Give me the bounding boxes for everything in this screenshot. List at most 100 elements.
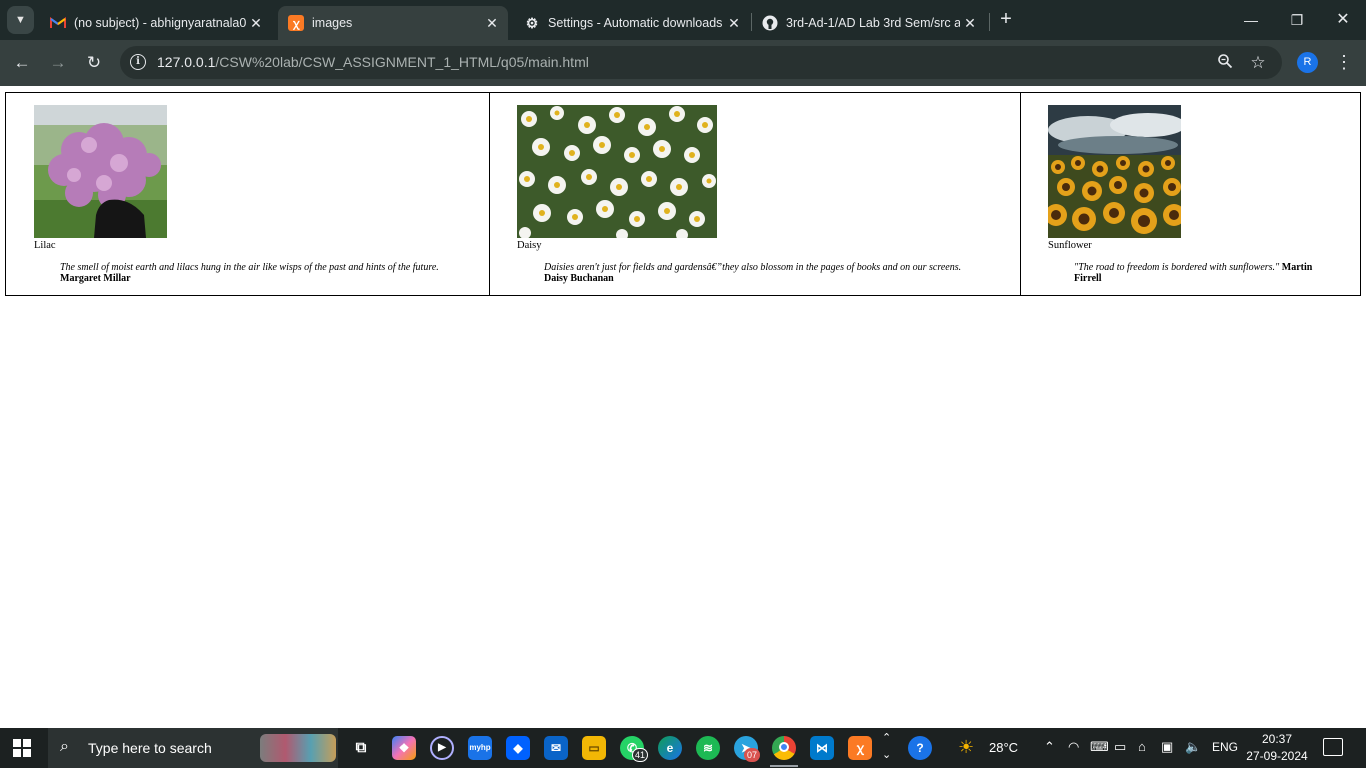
quote-text: The smell of moist earth and lilacs hung… bbox=[60, 262, 439, 273]
chrome-active-indicator bbox=[770, 765, 798, 767]
tab-settings[interactable]: ⚙ Settings - Automatic downloads ✕ bbox=[514, 6, 750, 40]
more-menu-icon[interactable]: ⋮ bbox=[1334, 51, 1354, 73]
myhp-icon[interactable]: myhp bbox=[468, 736, 492, 760]
tab-title: (no subject) - abhignyaratnala0 bbox=[74, 16, 246, 30]
url-text[interactable]: 127.0.0.1/CSW%20lab/CSW_ASSIGNMENT_1_HTM… bbox=[157, 54, 589, 70]
file-explorer-icon[interactable]: ▭ bbox=[582, 736, 606, 760]
browser-toolbar: ← → ↻ i 127.0.0.1/CSW%20lab/CSW_ASSIGNME… bbox=[0, 40, 1366, 86]
quote-text: Daisies aren't just for fields and garde… bbox=[544, 262, 962, 273]
new-tab-button[interactable]: + bbox=[996, 8, 1016, 30]
notifications-icon[interactable] bbox=[1323, 738, 1343, 756]
reload-icon: ↻ bbox=[86, 53, 102, 72]
tab-separator bbox=[989, 13, 990, 31]
battery-icon[interactable]: ▭ bbox=[1114, 739, 1126, 755]
tab-title: 3rd-Ad-1/AD Lab 3rd Sem/src a bbox=[786, 16, 960, 30]
forward-button[interactable]: → bbox=[46, 52, 70, 76]
tab-search-button[interactable]: ▼ bbox=[7, 6, 34, 34]
flower-quote: "The road to freedom is bordered with su… bbox=[1074, 262, 1324, 284]
page-content: Lilac The smell of moist earth and lilac… bbox=[0, 86, 1366, 728]
copilot-icon[interactable]: ❖ bbox=[392, 736, 416, 760]
restore-button[interactable]: ❐ bbox=[1282, 8, 1312, 32]
flower-caption: Daisy bbox=[517, 240, 542, 251]
tab-title: Settings - Automatic downloads bbox=[548, 16, 723, 30]
gmail-icon bbox=[50, 15, 66, 31]
weather-sun-icon[interactable]: ☀ bbox=[958, 737, 974, 758]
quote-text: "The road to freedom is bordered with su… bbox=[1074, 262, 1280, 273]
tab-gmail[interactable]: (no subject) - abhignyaratnala0 ✕ bbox=[40, 6, 272, 40]
tab-images[interactable]: ꭓ images ✕ bbox=[278, 6, 508, 40]
flower-quote: Daisies aren't just for fields and garde… bbox=[544, 262, 964, 284]
xampp-icon[interactable]: ꭓ bbox=[848, 736, 872, 760]
tab-strip: ▼ (no subject) - abhignyaratnala0 ✕ ꭓ im… bbox=[0, 0, 1366, 40]
flower-cell-daisy: Daisy Daisies aren't just for fields and… bbox=[490, 93, 1021, 295]
close-tab-icon[interactable]: ✕ bbox=[724, 15, 744, 32]
flower-cell-sunflower: Sunflower "The road to freedom is border… bbox=[1021, 93, 1360, 295]
dropbox-icon[interactable]: ◆ bbox=[506, 736, 530, 760]
network-icon[interactable]: ◠ bbox=[1068, 739, 1079, 755]
url-path: /CSW%20lab/CSW_ASSIGNMENT_1_HTML/q05/mai… bbox=[215, 54, 589, 70]
arrow-right-icon: → bbox=[49, 53, 67, 72]
clock[interactable]: 20:37 27-09-2024 bbox=[1244, 731, 1310, 765]
show-hidden-icons-icon[interactable]: ⌃ bbox=[1044, 739, 1055, 755]
language-indicator[interactable]: ENG bbox=[1212, 740, 1238, 754]
url-host: 127.0.0.1 bbox=[157, 54, 216, 70]
back-button[interactable]: ← bbox=[10, 52, 34, 76]
flower-caption: Lilac bbox=[34, 240, 56, 251]
site-info-icon[interactable]: i bbox=[130, 54, 146, 70]
flower-table: Lilac The smell of moist earth and lilac… bbox=[5, 92, 1361, 296]
quote-author: Margaret Millar bbox=[60, 273, 131, 284]
weather-temperature[interactable]: 28°C bbox=[989, 740, 1018, 755]
github-icon bbox=[762, 15, 778, 31]
close-tab-icon[interactable]: ✕ bbox=[960, 15, 980, 32]
search-highlight-image bbox=[260, 734, 336, 762]
address-bar[interactable]: i 127.0.0.1/CSW%20lab/CSW_ASSIGNMENT_1_H… bbox=[120, 46, 1282, 79]
mail-icon[interactable]: ✉ bbox=[544, 736, 568, 760]
quote-author: Daisy Buchanan bbox=[544, 273, 614, 284]
plus-icon: + bbox=[1000, 8, 1012, 30]
meet-now-icon[interactable]: ⌂ bbox=[1138, 739, 1146, 754]
close-tab-icon[interactable]: ✕ bbox=[482, 15, 502, 32]
spotify-icon[interactable]: ≋ bbox=[696, 736, 720, 760]
flower-caption: Sunflower bbox=[1048, 240, 1092, 251]
search-placeholder: Type here to search bbox=[88, 740, 212, 756]
vscode-icon[interactable]: ⋈ bbox=[810, 736, 834, 760]
chrome-icon[interactable] bbox=[772, 736, 796, 760]
profile-avatar[interactable]: R bbox=[1297, 52, 1318, 73]
taskbar-scroll-icon[interactable]: ⌃ ⌄ bbox=[882, 730, 891, 764]
tab-title: images bbox=[312, 16, 353, 30]
tab-github[interactable]: 3rd-Ad-1/AD Lab 3rd Sem/src a ✕ bbox=[752, 6, 986, 40]
windows-start-icon[interactable] bbox=[13, 739, 31, 757]
reload-button[interactable]: ↻ bbox=[82, 52, 106, 76]
flower-cell-lilac: Lilac The smell of moist earth and lilac… bbox=[6, 93, 490, 295]
settings-gear-icon: ⚙ bbox=[525, 14, 539, 31]
sunflower-image bbox=[1048, 105, 1181, 238]
lilac-image bbox=[34, 105, 167, 238]
edge-icon[interactable]: e bbox=[658, 736, 682, 760]
xampp-icon: ꭓ bbox=[288, 15, 304, 31]
close-tab-icon[interactable]: ✕ bbox=[246, 15, 266, 32]
bookmark-star-icon[interactable]: ☆ bbox=[1248, 53, 1268, 73]
close-icon: ✕ bbox=[1336, 11, 1350, 28]
zoom-icon[interactable] bbox=[1215, 53, 1235, 73]
volume-icon[interactable]: 🔈 bbox=[1185, 739, 1201, 755]
keyboard-icon[interactable]: ⌨ bbox=[1090, 739, 1109, 755]
flower-quote: The smell of moist earth and lilacs hung… bbox=[60, 262, 452, 284]
clock-time: 20:37 bbox=[1261, 732, 1293, 746]
close-window-button[interactable]: ✕ bbox=[1328, 8, 1358, 32]
minimize-button[interactable]: — bbox=[1236, 8, 1266, 32]
taskbar-search[interactable]: ⌕ Type here to search bbox=[48, 728, 338, 768]
task-view-icon[interactable]: ⧉ bbox=[349, 736, 373, 760]
restore-icon: ❐ bbox=[1290, 12, 1304, 28]
taskbar: ⌕ Type here to search ⧉ ❖ ▶ myhp ◆ ✉ ▭ ✆… bbox=[0, 728, 1366, 768]
search-icon: ⌕ bbox=[60, 738, 69, 755]
daisy-image bbox=[517, 105, 717, 238]
arrow-left-icon: ← bbox=[13, 53, 31, 72]
media-player-icon[interactable]: ▶ bbox=[430, 736, 454, 760]
display-icon[interactable]: ▣ bbox=[1161, 739, 1173, 755]
chevron-down-icon: ▼ bbox=[15, 14, 26, 26]
clock-date: 27-09-2024 bbox=[1246, 749, 1308, 763]
whatsapp-badge: 41 bbox=[632, 748, 649, 762]
minimize-icon: — bbox=[1244, 12, 1258, 28]
telegram-badge: 07 bbox=[744, 748, 761, 762]
help-icon[interactable]: ? bbox=[908, 736, 932, 760]
